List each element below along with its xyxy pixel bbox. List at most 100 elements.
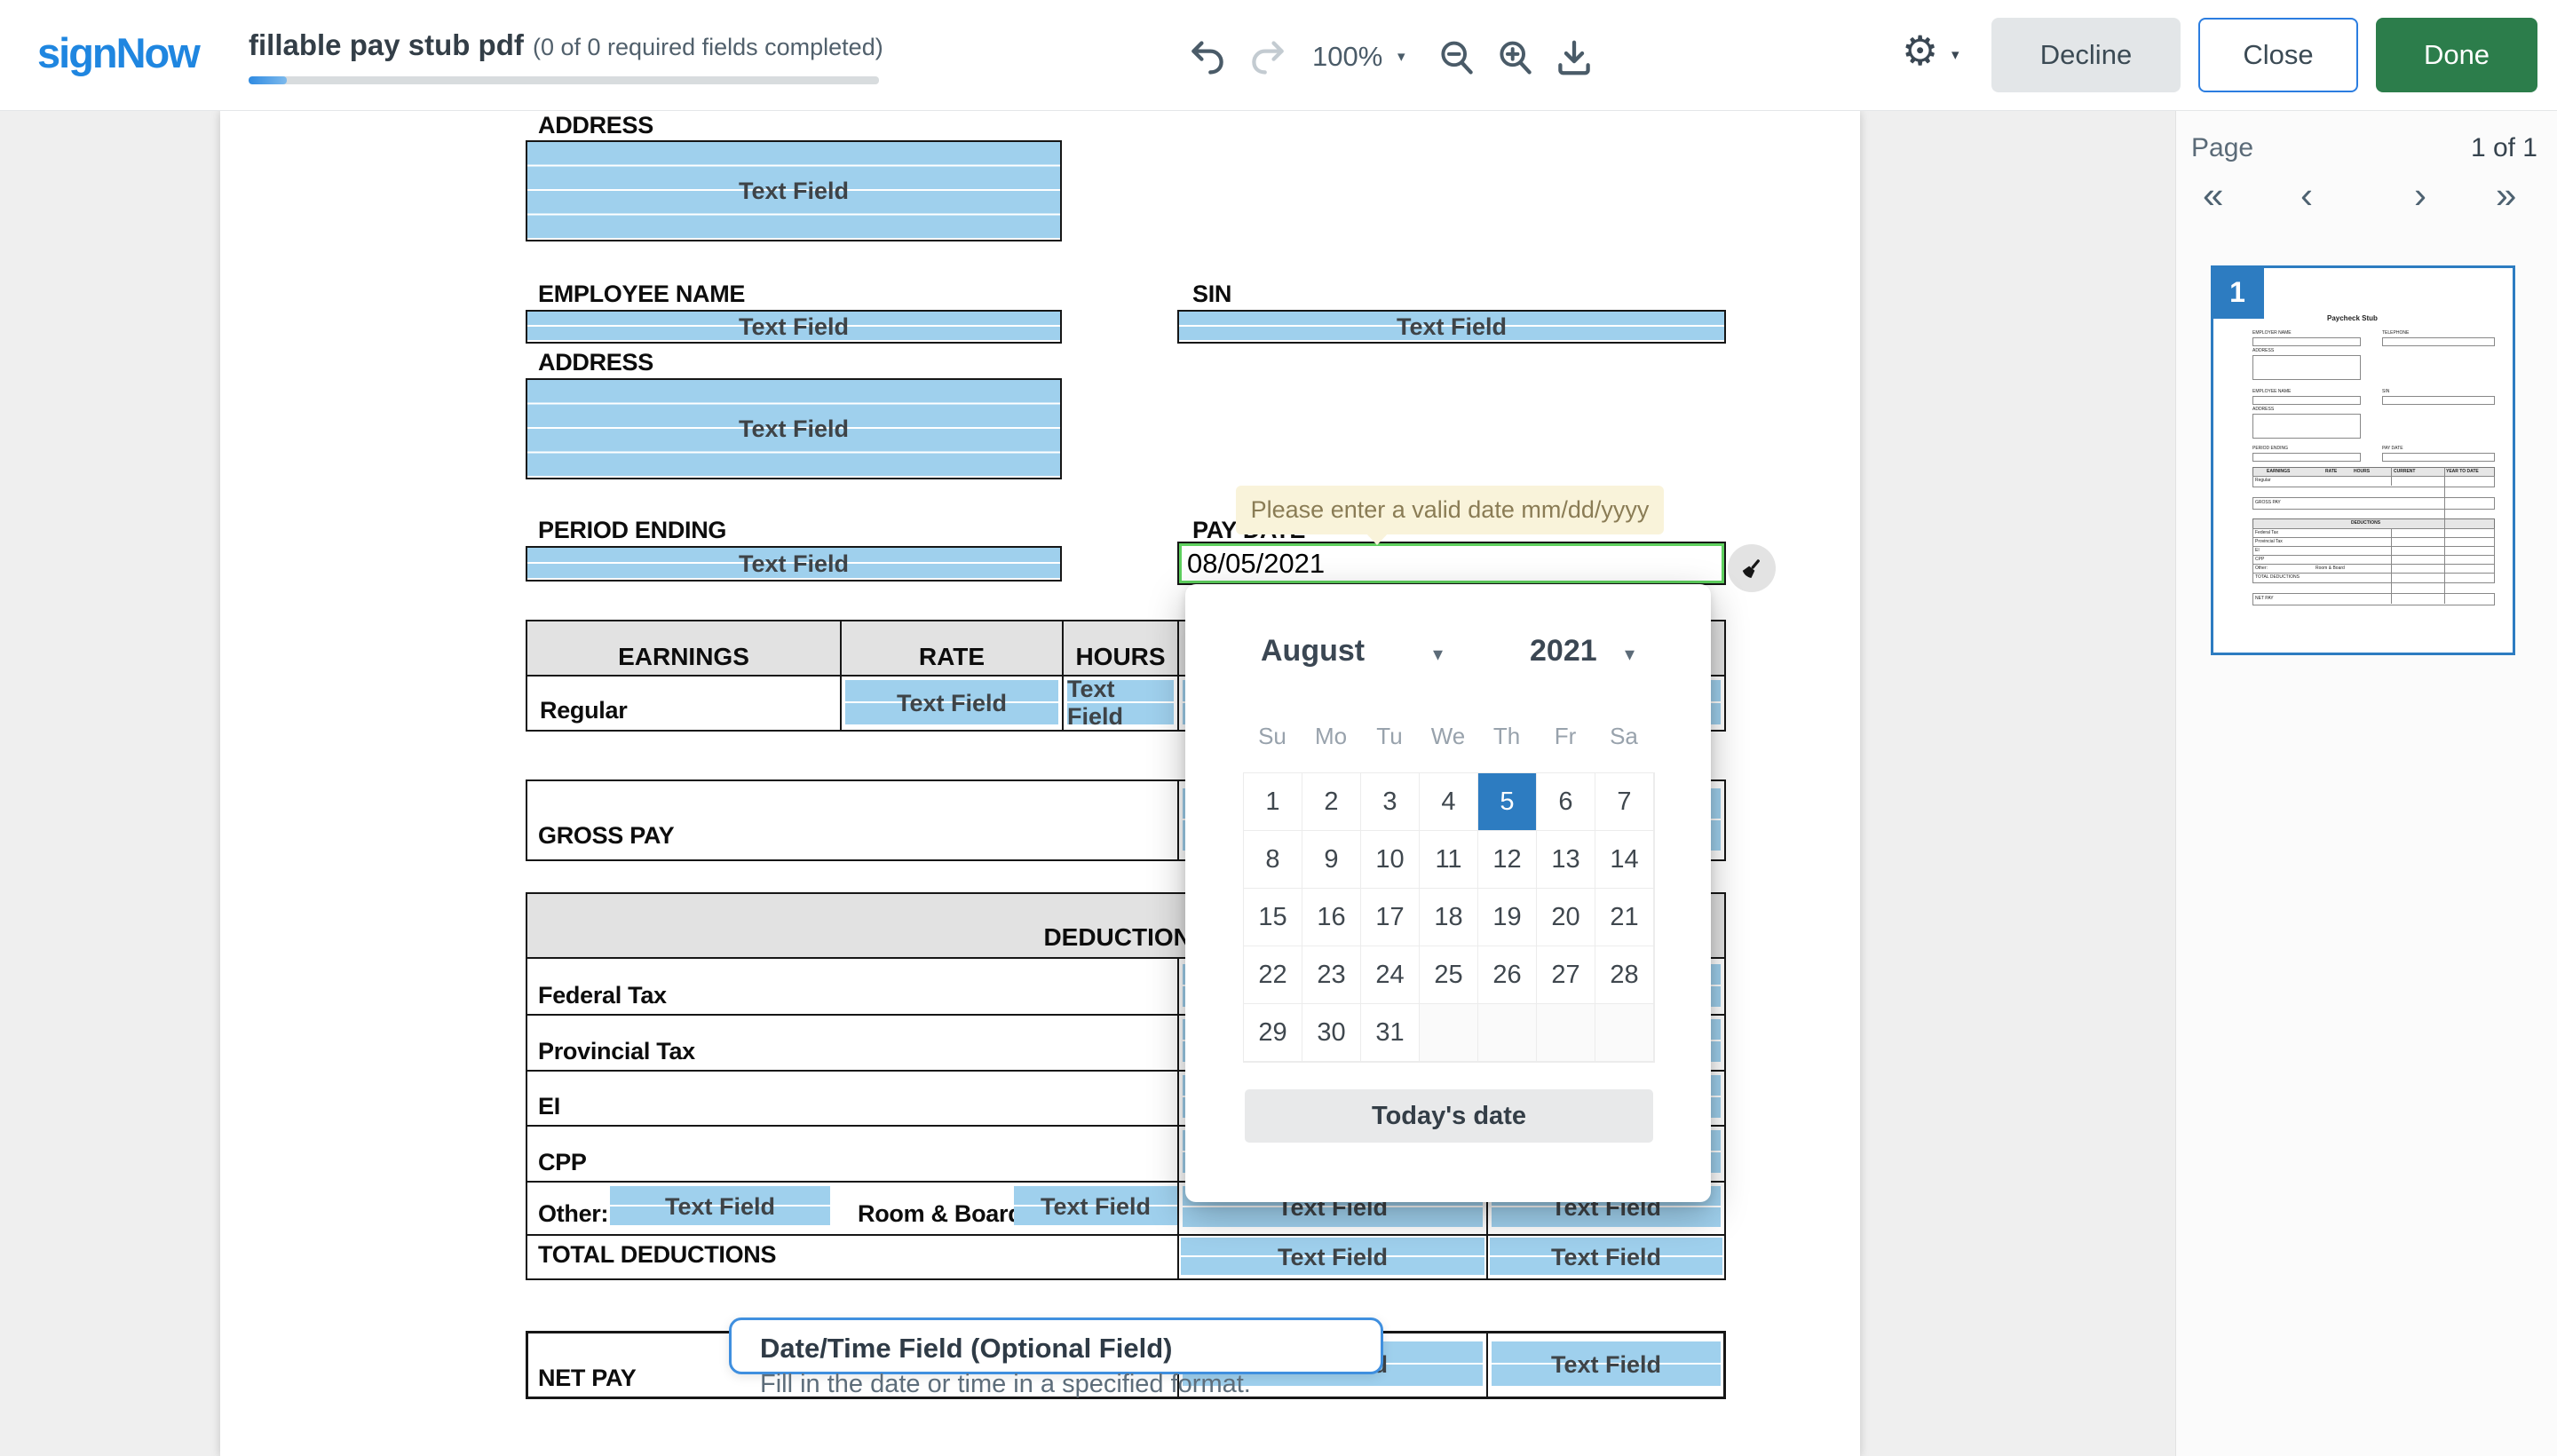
thumb-federal-tax: Federal Tax — [2255, 530, 2278, 535]
clear-field-broom-icon[interactable] — [1728, 544, 1776, 592]
page-thumbnail-number: 1 — [2211, 265, 2264, 319]
completion-progress-fill — [249, 76, 287, 84]
calendar-day[interactable]: 17 — [1361, 889, 1420, 946]
signnow-logo[interactable]: signNow — [37, 28, 199, 77]
hours-text-field[interactable]: Text Field — [1067, 680, 1174, 726]
calendar-day[interactable]: 20 — [1537, 889, 1595, 946]
zoom-level-dropdown[interactable]: 100% — [1312, 41, 1382, 73]
address-label-1: ADDRESS — [538, 112, 653, 139]
thumb-other: Other: — [2255, 566, 2268, 571]
rate-text-field[interactable]: Text Field — [845, 680, 1058, 726]
calendar-day — [1420, 1004, 1478, 1062]
undo-icon[interactable] — [1187, 37, 1228, 78]
gross-pay-divider-1 — [1177, 779, 1179, 861]
calendar-day — [1595, 1004, 1654, 1062]
calendar-day[interactable]: 3 — [1361, 773, 1420, 831]
thumb-address-1: ADDRESS — [2252, 348, 2274, 353]
calendar-day[interactable]: 18 — [1420, 889, 1478, 946]
calendar-month-caret-icon[interactable]: ▾ — [1433, 643, 1443, 666]
calendar-day[interactable]: 7 — [1595, 773, 1654, 831]
room-board-text-field[interactable]: Text Field — [1014, 1186, 1177, 1227]
calendar-day[interactable]: 22 — [1244, 946, 1302, 1004]
calendar-day[interactable]: 27 — [1537, 946, 1595, 1004]
pages-sidebar: Page 1 of 1 « ‹ › » 1 Paycheck Stub EMPL… — [2175, 111, 2557, 1456]
calendar-day[interactable]: 4 — [1420, 773, 1478, 831]
next-page-icon[interactable]: › — [2414, 178, 2426, 213]
employee-name-text-field[interactable]: Text Field — [526, 310, 1062, 344]
prev-page-icon[interactable]: ‹ — [2300, 178, 2313, 213]
calendar-year-caret-icon[interactable]: ▾ — [1625, 643, 1635, 666]
thumb-employee-name: EMPLOYEE NAME — [2252, 389, 2291, 394]
address-text-field-2[interactable]: Text Field — [526, 378, 1062, 479]
total-deductions-current-field[interactable]: Text Field — [1181, 1238, 1484, 1277]
period-ending-label: PERIOD ENDING — [538, 517, 726, 544]
calendar-day[interactable]: 19 — [1478, 889, 1537, 946]
zoom-out-icon[interactable] — [1437, 37, 1477, 78]
calendar-month-dropdown[interactable]: August — [1261, 634, 1365, 669]
thumb-rate: RATE — [2325, 469, 2337, 474]
done-button[interactable]: Done — [2376, 18, 2537, 92]
calendar-day[interactable]: 1 — [1244, 773, 1302, 831]
deductions-row-line-5 — [526, 1234, 1726, 1236]
pay-date-input[interactable] — [1179, 543, 1724, 583]
hours-header-cell: HOURS — [1062, 620, 1179, 677]
last-page-icon[interactable]: » — [2496, 178, 2516, 213]
date-validation-tooltip-arrow — [1366, 533, 1389, 545]
address-text-field-1[interactable]: Text Field — [526, 140, 1062, 241]
redo-icon[interactable] — [1247, 37, 1288, 78]
calendar-weekday: Mo — [1302, 723, 1360, 750]
field-type-tooltip-subtitle: Fill in the date or time in a specified … — [760, 1370, 1352, 1399]
calendar-day[interactable]: 13 — [1537, 831, 1595, 889]
calendar-day — [1478, 1004, 1537, 1062]
ei-label: EI — [538, 1093, 560, 1120]
calendar-day[interactable]: 28 — [1595, 946, 1654, 1004]
page-thumbnail-preview: Paycheck Stub EMPLOYER NAME TELEPHONE AD… — [2213, 268, 2513, 653]
calendar-day[interactable]: 16 — [1302, 889, 1361, 946]
download-icon[interactable] — [1554, 37, 1595, 78]
calendar-day[interactable]: 14 — [1595, 831, 1654, 889]
calendar-day[interactable]: 11 — [1420, 831, 1478, 889]
calendar-day[interactable]: 25 — [1420, 946, 1478, 1004]
calendar-day[interactable]: 31 — [1361, 1004, 1420, 1062]
field-type-tooltip-title: Date/Time Field (Optional Field) — [760, 1333, 1352, 1365]
net-pay-ytd-field[interactable]: Text Field — [1492, 1341, 1721, 1388]
settings-caret-icon[interactable]: ▾ — [1951, 46, 1959, 64]
other-text-field[interactable]: Text Field — [610, 1186, 830, 1227]
calendar-day[interactable]: 23 — [1302, 946, 1361, 1004]
calendar-day-selected[interactable]: 5 — [1478, 773, 1537, 831]
calendar-year-dropdown[interactable]: 2021 — [1530, 634, 1597, 669]
period-ending-text-field[interactable]: Text Field — [526, 546, 1062, 582]
settings-gear-icon[interactable]: ⚙ — [1902, 27, 1938, 75]
calendar-day[interactable]: 29 — [1244, 1004, 1302, 1062]
zoom-caret-icon[interactable]: ▾ — [1397, 48, 1405, 66]
calendar-day[interactable]: 12 — [1478, 831, 1537, 889]
calendar-day[interactable]: 10 — [1361, 831, 1420, 889]
thumb-sin: SIN — [2382, 389, 2389, 394]
todays-date-button[interactable]: Today's date — [1245, 1089, 1653, 1143]
close-button[interactable]: Close — [2198, 18, 2358, 92]
calendar-day[interactable]: 26 — [1478, 946, 1537, 1004]
top-toolbar: signNow fillable pay stub pdf (0 of 0 re… — [0, 0, 2557, 111]
calendar-day[interactable]: 9 — [1302, 831, 1361, 889]
thumb-provincial-tax: Provincial Tax — [2255, 539, 2283, 544]
total-deductions-label: TOTAL DEDUCTIONS — [538, 1241, 776, 1269]
calendar-day[interactable]: 24 — [1361, 946, 1420, 1004]
other-label: Other: — [538, 1200, 608, 1228]
calendar-day[interactable]: 6 — [1537, 773, 1595, 831]
first-page-icon[interactable]: « — [2203, 178, 2223, 213]
calendar-weekday: Fr — [1536, 723, 1595, 750]
thumb-period-ending: PERIOD ENDING — [2252, 446, 2288, 451]
calendar-day[interactable]: 15 — [1244, 889, 1302, 946]
calendar-day[interactable]: 2 — [1302, 773, 1361, 831]
cpp-label: CPP — [538, 1149, 587, 1176]
zoom-in-icon[interactable] — [1495, 37, 1536, 78]
total-deductions-ytd-field[interactable]: Text Field — [1490, 1238, 1722, 1277]
regular-row-cell: Regular — [526, 675, 842, 732]
calendar-day[interactable]: 21 — [1595, 889, 1654, 946]
calendar-day[interactable]: 30 — [1302, 1004, 1361, 1062]
page-thumbnail[interactable]: 1 Paycheck Stub EMPLOYER NAME TELEPHONE … — [2211, 265, 2515, 655]
decline-button[interactable]: Decline — [1991, 18, 2181, 92]
sin-text-field[interactable]: Text Field — [1177, 310, 1726, 344]
calendar-grid: 1234567891011121314151617181920212223242… — [1243, 772, 1655, 1063]
calendar-day[interactable]: 8 — [1244, 831, 1302, 889]
